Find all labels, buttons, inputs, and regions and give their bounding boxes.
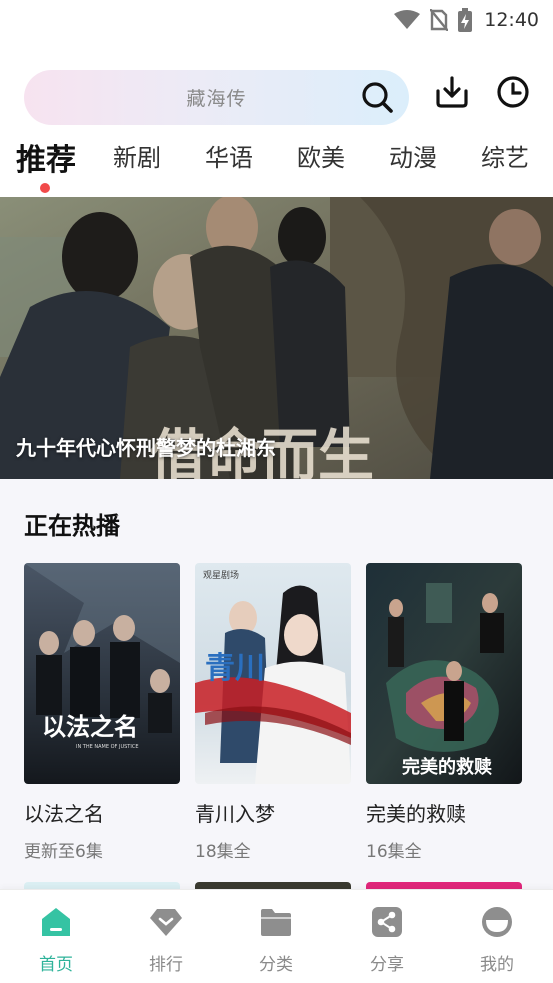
banner-title: 九十年代心怀刑警梦的杜湘东 — [16, 436, 276, 460]
tab-western[interactable]: 欧美 — [297, 138, 345, 173]
wifi-icon — [394, 10, 421, 29]
nav-label: 分类 — [259, 955, 293, 975]
poster-subtitle-text: IN THE NAME OF JUSTICE — [76, 744, 138, 750]
status-bar: 12:40 — [0, 0, 553, 40]
nav-label: 分享 — [370, 955, 404, 975]
tab-chinese[interactable]: 华语 — [205, 138, 253, 173]
card-title: 青川入梦 — [195, 802, 275, 826]
section-title: 正在热播 — [24, 512, 120, 540]
battery-charging-icon — [458, 8, 473, 32]
card-title: 完美的救赎 — [366, 802, 466, 826]
nav-ranking[interactable]: 排行 — [126, 906, 206, 975]
bottom-navigation: 首页 排行 分类 分享 我的 — [0, 889, 553, 983]
search-icon[interactable] — [361, 81, 393, 113]
nav-share[interactable]: 分享 — [347, 906, 427, 975]
active-tab-indicator — [40, 183, 50, 193]
tab-new-drama[interactable]: 新剧 — [113, 138, 161, 173]
tab-variety[interactable]: 综艺 — [481, 138, 529, 173]
media-card[interactable]: 以法之名 IN THE NAME OF JUSTICE 以法之名 更新至6集 — [24, 563, 180, 862]
featured-banner[interactable]: 借命而生 九十年代心怀刑警梦的杜湘东 — [0, 197, 553, 479]
history-icon[interactable] — [496, 75, 530, 109]
poster-title-text: 完美的救赎 — [402, 756, 492, 778]
search-row: 藏海传 — [24, 69, 534, 125]
status-time: 12:40 — [484, 9, 539, 31]
nav-home[interactable]: 首页 — [16, 906, 96, 975]
no-sim-icon — [430, 9, 449, 31]
now-playing-section: 正在热播 以法之名 IN THE NAME OF JUSTICE 以法之名 更新… — [0, 479, 553, 890]
nav-category[interactable]: 分类 — [236, 906, 316, 975]
poster-title-text: 以法之名 — [42, 712, 138, 741]
share-icon — [372, 907, 402, 937]
card-status: 16集全 — [366, 842, 422, 862]
nav-label: 首页 — [39, 955, 73, 975]
search-placeholder: 藏海传 — [186, 87, 247, 110]
search-input[interactable]: 藏海传 — [24, 69, 409, 125]
folder-icon — [261, 909, 291, 936]
nav-label: 我的 — [480, 955, 514, 975]
tab-anime[interactable]: 动漫 — [389, 138, 437, 173]
home-icon — [42, 908, 70, 936]
nav-label: 排行 — [149, 955, 183, 975]
poster-image: 完美的救赎 — [366, 563, 522, 784]
card-title: 以法之名 — [24, 802, 104, 826]
poster-image: 观星剧场 青川 — [195, 563, 351, 784]
category-tabs: 推荐 新剧 华语 欧美 动漫 综艺 — [0, 138, 553, 194]
nav-profile[interactable]: 我的 — [457, 906, 537, 975]
media-card[interactable]: 观星剧场 青川 青川入梦 18集全 — [195, 563, 351, 862]
poster-badge-text: 观星剧场 — [203, 570, 239, 581]
media-card[interactable]: 完美的救赎 完美的救赎 16集全 — [366, 563, 522, 862]
ranking-icon — [150, 909, 182, 936]
card-status: 更新至6集 — [24, 842, 103, 862]
tab-recommend[interactable]: 推荐 — [16, 135, 76, 179]
poster-image: 以法之名 IN THE NAME OF JUSTICE — [24, 563, 180, 784]
profile-icon — [482, 907, 512, 937]
download-icon[interactable] — [435, 75, 469, 109]
card-status: 18集全 — [195, 842, 251, 862]
poster-title-text: 青川 — [205, 651, 265, 686]
